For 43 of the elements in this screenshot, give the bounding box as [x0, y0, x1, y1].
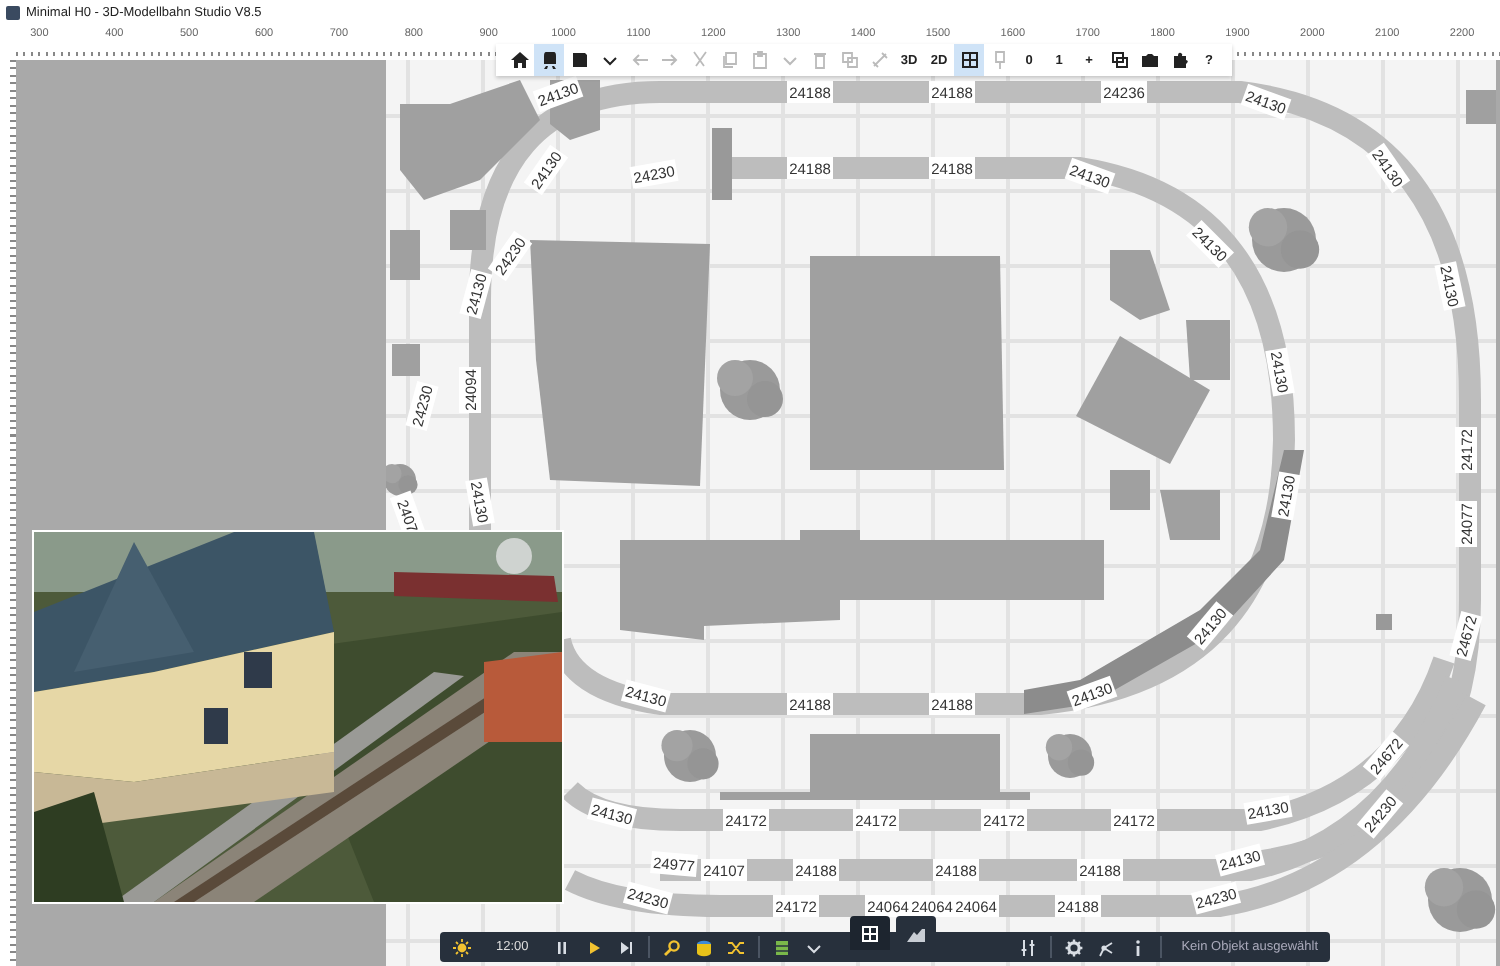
buffer-stop [712, 128, 732, 200]
camera-icon [1139, 50, 1159, 70]
view-tab[interactable] [850, 916, 890, 950]
grid-icon [860, 923, 880, 943]
puzzle-icon [1169, 50, 1189, 70]
marker [1376, 614, 1392, 630]
paste-icon [749, 50, 769, 70]
gear-button[interactable] [1063, 935, 1084, 959]
building [390, 230, 420, 280]
tree [1045, 734, 1095, 778]
building [1110, 470, 1150, 510]
building [392, 344, 420, 376]
app-icon [6, 5, 20, 19]
duplicate-icon [839, 50, 859, 70]
undo-icon [629, 50, 649, 70]
tree [661, 730, 719, 782]
redo-icon [659, 50, 679, 70]
grid-icon [959, 50, 979, 70]
home-icon [509, 50, 529, 70]
train-icon [539, 50, 559, 70]
sun-button[interactable] [452, 935, 472, 959]
play-icon [584, 937, 605, 957]
search-button[interactable] [662, 935, 683, 959]
sun-icon [452, 937, 472, 957]
terrain-icon [906, 923, 926, 943]
grid-button[interactable] [954, 44, 984, 76]
sliders-button[interactable] [1017, 935, 1038, 959]
gear-icon [1063, 937, 1084, 957]
skip-icon [616, 937, 637, 957]
building [1110, 250, 1170, 320]
cut-icon [689, 50, 709, 70]
shuffle-icon [726, 937, 747, 957]
save-icon [569, 50, 589, 70]
train-button[interactable] [534, 44, 564, 76]
layers-icon [1109, 50, 1129, 70]
copy-icon [719, 50, 739, 70]
tree [717, 360, 783, 420]
search-icon [662, 937, 683, 957]
building [450, 210, 486, 250]
sliders-icon [1017, 937, 1038, 957]
delete-icon [809, 50, 829, 70]
tree [1248, 208, 1320, 272]
building [1160, 490, 1220, 540]
